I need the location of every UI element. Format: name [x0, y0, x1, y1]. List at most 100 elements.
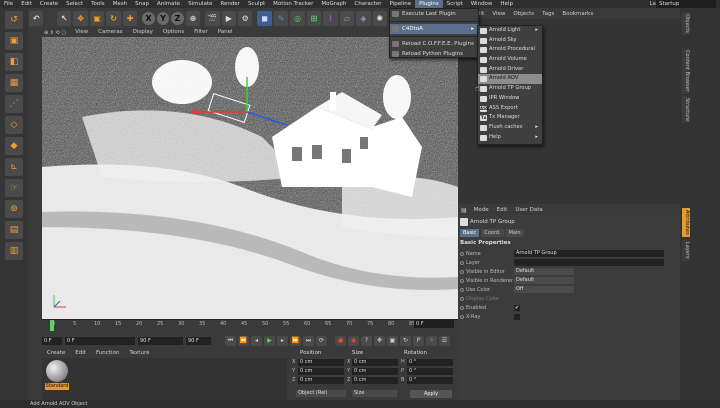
menu-simulate[interactable]: Simulate [184, 0, 216, 8]
undo-button[interactable]: ↶ [29, 10, 44, 26]
menu-file[interactable]: File [0, 0, 17, 8]
side-tab-layers[interactable]: Layers [682, 240, 690, 261]
material-menu-create[interactable]: Create [42, 349, 70, 358]
go-to-start-icon[interactable]: ⏮ [225, 335, 236, 346]
object-menu-view[interactable]: View [488, 10, 509, 19]
menu-snap[interactable]: Snap [131, 0, 153, 8]
spline-pen-icon[interactable]: ✎ [273, 10, 289, 26]
tweak-mode-icon[interactable]: ☞ [5, 179, 23, 197]
animation-dot-icon[interactable] [460, 261, 464, 265]
floor-icon[interactable]: ▱ [339, 10, 355, 26]
menu-motion-tracker[interactable]: Motion Tracker [269, 0, 317, 8]
layout-select[interactable]: Startup [656, 0, 716, 8]
size-z-field[interactable]: 0 cm [352, 377, 398, 384]
axis-mode-icon[interactable]: ⊾ [5, 158, 23, 176]
next-key-icon[interactable]: ⏩ [290, 335, 301, 346]
points-mode-icon[interactable]: ⋰ [5, 95, 23, 113]
lock-icon[interactable]: ▥ [5, 242, 23, 260]
c4dtoa-item-ass-export[interactable]: ASS ASS Export [478, 104, 542, 114]
side-tab-objects[interactable]: Objects [682, 12, 690, 35]
menu-plugins[interactable]: Plugins [415, 0, 443, 8]
c4dtoa-item-arnold-procedural[interactable]: Arnold Procedural [478, 45, 542, 55]
polygons-mode-icon[interactable]: ◆ [5, 137, 23, 155]
menu-create[interactable]: Create [36, 0, 62, 8]
menu-mesh[interactable]: Mesh [109, 0, 131, 8]
plugins-item-reload-c-o-f-f-e-e-plugins[interactable]: Reload C.O.F.F.E.E. Plugins [390, 39, 478, 49]
menu-render[interactable]: Render [216, 0, 244, 8]
end-frame-field[interactable]: 90 F [138, 336, 183, 345]
x-ray-checkbox[interactable] [514, 314, 520, 320]
viewport-menu-panel[interactable]: Panel [213, 28, 238, 37]
animation-dot-icon[interactable] [460, 315, 464, 319]
attributes-mode-icon[interactable]: ▤ [458, 207, 470, 214]
side-tab-attributes[interactable]: Attributes [682, 208, 690, 237]
c4dtoa-item-arnold-light[interactable]: Arnold Light ▸ [478, 26, 542, 36]
light-icon[interactable]: ✺ [372, 10, 387, 26]
object-menu-bookmarks[interactable]: Bookmarks [558, 10, 597, 19]
menu-select[interactable]: Select [62, 0, 87, 8]
record-keys-icon[interactable]: ● [335, 335, 346, 346]
cube-icon[interactable]: ◼ [257, 10, 272, 26]
coordinate-mode-select[interactable]: Object (Rel) [296, 390, 346, 397]
coordinate-system-icon[interactable]: ⊕ [185, 10, 201, 26]
material-name[interactable]: Standard [45, 383, 69, 390]
position-key-icon[interactable]: ✥ [374, 335, 385, 346]
object-menu-objects[interactable]: Objects [509, 10, 538, 19]
menu-help[interactable]: Help [496, 0, 517, 8]
subdivision-icon[interactable]: ◎ [290, 10, 305, 26]
material-menu-texture[interactable]: Texture [124, 349, 154, 358]
menu-character[interactable]: Character [350, 0, 385, 8]
c4dtoa-item-tx-manager[interactable]: Tx Tx Manager [478, 113, 542, 123]
size-x-field[interactable]: 0 cm [352, 359, 398, 366]
animation-dot-icon[interactable] [460, 270, 464, 274]
go-to-end-icon[interactable]: ⏭ [303, 335, 314, 346]
z-axis-lock-button[interactable]: Z [171, 11, 184, 25]
deformer-icon[interactable]: ⌇ [323, 10, 338, 26]
rotation-p-field[interactable]: 0 ° [407, 368, 453, 375]
name-field[interactable]: Arnold TP Group [514, 250, 664, 257]
current-frame-field[interactable]: 0 F [65, 336, 135, 345]
array-icon[interactable]: ⊞ [306, 10, 322, 26]
menu-script[interactable]: Script [443, 0, 467, 8]
plugins-item-c4dtoa[interactable]: C4DtoA ▸ [390, 24, 478, 34]
c4dtoa-item-ipr-window[interactable]: IPR Window [478, 94, 542, 104]
previous-frame-icon[interactable]: ◂ [251, 335, 262, 346]
plugins-item-execute-last-plugin[interactable]: Execute Last Plugin [390, 9, 478, 19]
attributes-menu-user-data[interactable]: User Data [511, 206, 546, 215]
position-z-field[interactable]: 0 cm [298, 377, 344, 384]
rotation-h-field[interactable]: 0 ° [407, 359, 453, 366]
grid-icon[interactable]: ▤ [5, 221, 23, 239]
animation-dot-icon[interactable] [460, 252, 464, 256]
c4dtoa-item-arnold-driver[interactable]: Arnold Driver [478, 65, 542, 75]
viewport-nav-icons[interactable]: ⊕ ⇕ ⟲ ▢ [28, 30, 66, 36]
menu-mograph[interactable]: MoGraph [317, 0, 350, 8]
rotation-key-icon[interactable]: ↻ [400, 335, 411, 346]
material-preview-sphere[interactable] [46, 360, 68, 382]
attributes-menu-mode[interactable]: Mode [470, 206, 493, 215]
animation-dot-icon[interactable] [460, 279, 464, 283]
loop-icon[interactable]: ⟳ [316, 335, 327, 346]
apply-button[interactable]: Apply [410, 390, 452, 398]
c4dtoa-item-arnold-aov[interactable]: Arnold AOV [478, 74, 542, 85]
render-region-icon[interactable]: 🎬 [205, 10, 220, 26]
layer-field[interactable] [514, 259, 664, 266]
menu-pipeline[interactable]: Pipeline [386, 0, 416, 8]
visible-in-renderer-select[interactable]: Default [514, 277, 574, 284]
timeline-menu-icon[interactable]: ☰ [439, 335, 450, 346]
material-menu-function[interactable]: Function [91, 349, 124, 358]
x-axis-lock-button[interactable]: X [142, 11, 155, 25]
next-frame-icon[interactable]: ▸ [277, 335, 288, 346]
viewport-menu-view[interactable]: View [70, 28, 93, 37]
max-frame-field[interactable]: 90 F [186, 336, 211, 345]
animation-dot-icon[interactable] [460, 297, 464, 301]
viewport-menu-display[interactable]: Display [128, 28, 158, 37]
camera-icon[interactable]: ◈ [356, 10, 371, 26]
autokey-icon[interactable]: ◉ [348, 335, 359, 346]
model-mode-icon[interactable]: ◧ [5, 53, 23, 71]
viewport-menu-filter[interactable]: Filter [189, 28, 213, 37]
tab-basic[interactable]: Basic [460, 229, 480, 237]
size-y-field[interactable]: 0 cm [352, 368, 398, 375]
make-editable-icon[interactable]: ▣ [5, 32, 23, 50]
plugins-item-reload-python-plugins[interactable]: Reload Python Plugins [390, 49, 478, 59]
side-tab-structure[interactable]: Structure [682, 96, 690, 124]
